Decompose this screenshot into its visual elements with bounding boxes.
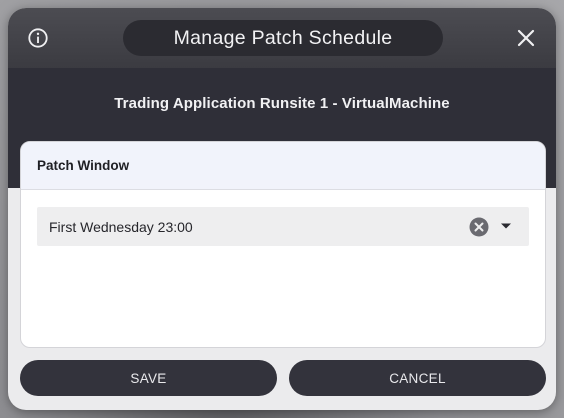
save-button[interactable]: SAVE xyxy=(20,360,277,396)
clear-circle-icon xyxy=(469,217,488,236)
patch-window-select[interactable]: First Wednesday 23:00 xyxy=(37,207,529,246)
cancel-button[interactable]: CANCEL xyxy=(289,360,546,396)
patch-window-heading: Patch Window xyxy=(37,158,130,173)
info-button[interactable] xyxy=(26,26,50,50)
dialog-titlebar: Manage Patch Schedule xyxy=(8,8,556,68)
dialog-title-pill: Manage Patch Schedule xyxy=(123,20,443,56)
dropdown-toggle-button[interactable] xyxy=(497,217,515,235)
close-button[interactable] xyxy=(514,26,538,50)
info-circle-icon xyxy=(28,28,48,48)
patch-window-card: Patch Window First Wednesday 23:00 xyxy=(20,141,546,348)
resource-name: Trading Application Runsite 1 - VirtualM… xyxy=(114,95,450,112)
dialog-title: Manage Patch Schedule xyxy=(173,26,393,49)
patch-window-card-header: Patch Window xyxy=(21,142,545,190)
close-x-icon xyxy=(517,29,535,47)
clear-selection-button[interactable] xyxy=(468,216,489,237)
caret-down-icon xyxy=(501,223,511,229)
patch-window-selected-value: First Wednesday 23:00 xyxy=(49,219,193,235)
manage-patch-schedule-dialog: Manage Patch Schedule Trading Applicatio… xyxy=(8,8,556,410)
